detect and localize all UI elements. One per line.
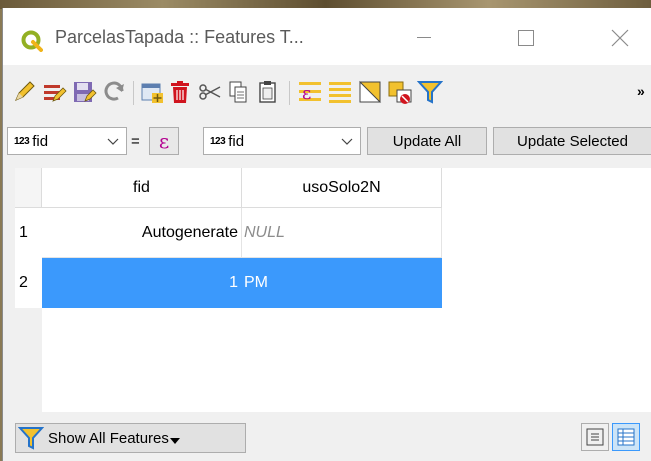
table-view-button[interactable] (612, 423, 640, 451)
column-header-fid[interactable]: fid (42, 168, 242, 208)
expression-select-icon[interactable]: ε (297, 79, 323, 105)
qgis-logo-icon (21, 30, 43, 52)
svg-text:ε: ε (302, 83, 311, 104)
row-header[interactable]: 2 (15, 258, 42, 308)
maximize-button[interactable] (503, 20, 549, 56)
invert-selection-icon[interactable] (357, 79, 383, 105)
form-view-button[interactable] (581, 423, 609, 451)
table-corner[interactable] (15, 168, 42, 208)
target-type-badge: 123 (210, 135, 226, 147)
filter-icon[interactable] (417, 79, 443, 105)
table-cell-usosolo2n[interactable]: PM (242, 258, 442, 308)
field-type-badge: 123 (14, 135, 30, 147)
minimize-icon (417, 37, 431, 38)
row-header[interactable]: 1 (15, 208, 42, 258)
operator-label: = (131, 133, 140, 150)
window-title: ParcelasTapada :: Features T... (55, 27, 304, 47)
title-bar[interactable]: ParcelasTapada :: Features T... (3, 8, 651, 65)
table-cell-usosolo2n[interactable]: NULL (242, 208, 442, 258)
paste-icon[interactable] (255, 79, 281, 105)
show-all-features-label: Show All Features (48, 429, 169, 447)
save-edits-icon[interactable] (71, 79, 97, 105)
add-feature-icon[interactable] (139, 79, 165, 105)
status-bar: Show All Features (3, 414, 651, 461)
select-all-icon[interactable] (327, 79, 353, 105)
pencil-icon[interactable] (11, 79, 37, 105)
field-select-value: fid (32, 132, 49, 150)
expression-builder-button[interactable]: ε (149, 127, 179, 155)
filter-icon (18, 427, 44, 450)
cut-icon[interactable] (197, 79, 223, 105)
update-selected-button[interactable]: Update Selected (493, 127, 651, 155)
row-header-empty (15, 308, 42, 412)
attribute-table-window: ParcelasTapada :: Features T... ε » 123 … (2, 8, 651, 461)
update-all-button[interactable]: Update All (367, 127, 487, 155)
table-cell-fid[interactable]: 1 (42, 258, 242, 308)
table-cell-fid[interactable]: Autogenerate (42, 208, 242, 258)
toolbar-separator (133, 81, 134, 105)
chevron-down-icon (107, 138, 119, 145)
copy-icon[interactable] (225, 79, 251, 105)
expression-field-select[interactable]: 123 fid (203, 127, 361, 155)
toolbar-overflow-button[interactable]: » (637, 83, 645, 99)
expression-icon: ε (158, 129, 170, 153)
close-button[interactable] (597, 20, 643, 56)
show-all-features-button[interactable]: Show All Features (15, 423, 246, 453)
maximize-icon (518, 30, 534, 46)
toolbar-separator (289, 81, 290, 105)
target-field-value: fid (228, 132, 245, 150)
attribute-toolbar: ε » (3, 69, 651, 117)
field-calculator-bar: 123 fid = ε 123 fid Update All Update Se… (3, 121, 651, 161)
chevron-down-icon (341, 138, 353, 145)
minimize-button[interactable] (401, 20, 447, 56)
multi-edit-icon[interactable] (41, 79, 67, 105)
dropdown-arrow-icon (169, 438, 180, 444)
table-view-icon (617, 428, 635, 446)
field-select[interactable]: 123 fid (7, 127, 127, 155)
attribute-table: fid usoSolo2N 1 Autogenerate NULL 2 1 PM (15, 168, 651, 412)
deselect-icon[interactable] (387, 79, 413, 105)
close-icon (611, 29, 629, 47)
form-view-icon (586, 428, 604, 446)
delete-feature-icon[interactable] (167, 79, 193, 105)
reload-icon[interactable] (101, 79, 127, 105)
column-header-usosolo2n[interactable]: usoSolo2N (242, 168, 442, 208)
